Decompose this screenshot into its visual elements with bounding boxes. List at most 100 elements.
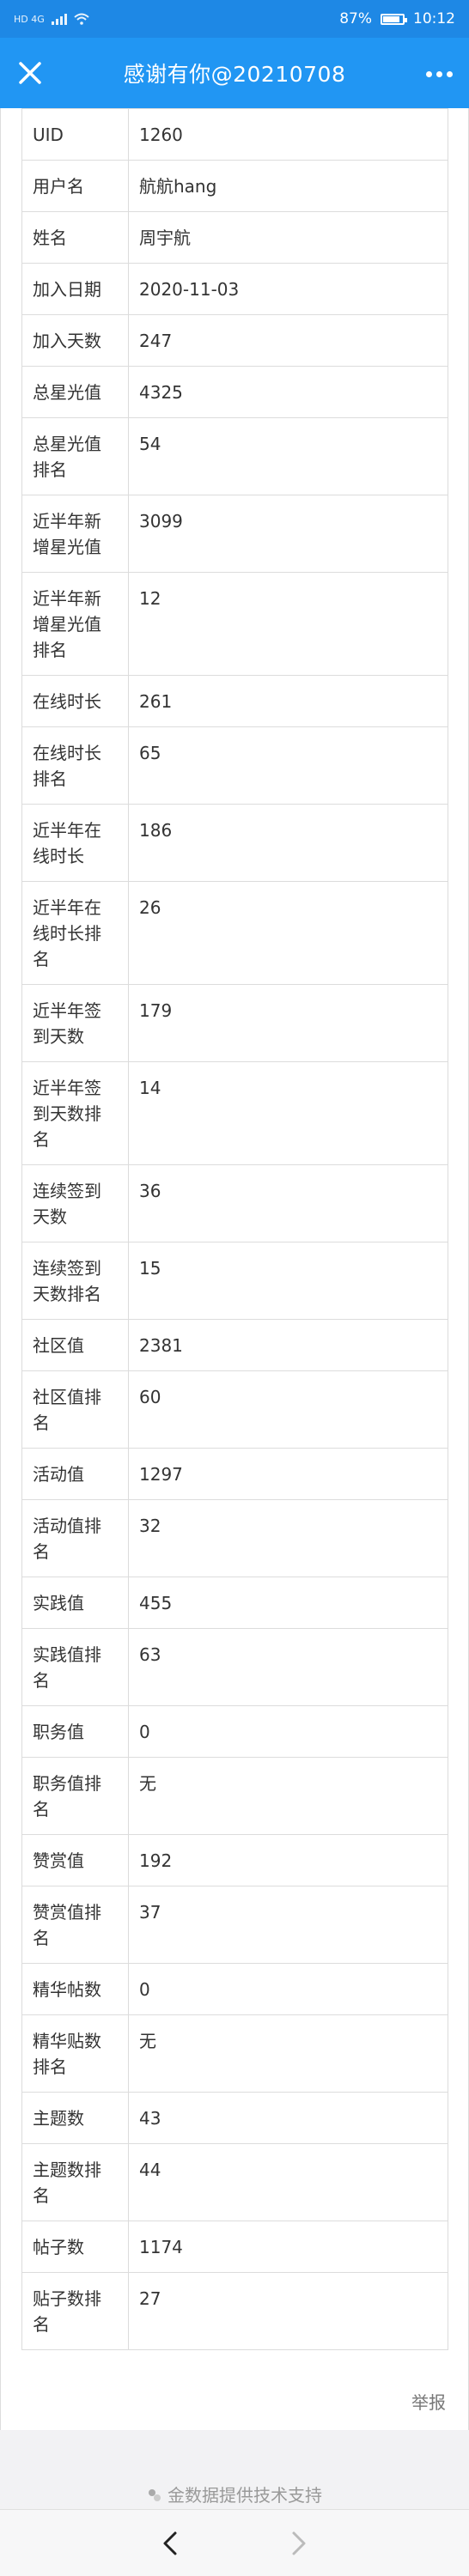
field-label: 职务值排名 (21, 1757, 129, 1835)
chevron-right-icon (292, 2531, 306, 2555)
field-label: 社区值 (21, 1319, 129, 1371)
forward-button[interactable] (282, 2526, 316, 2561)
field-label: 姓名 (21, 211, 129, 264)
field-label: 实践值排名 (21, 1628, 129, 1706)
table-row: 活动值 1297 (21, 1448, 448, 1500)
more-icon-dot (436, 70, 442, 77)
table-row: 在线时长排名 65 (21, 726, 448, 805)
more-button[interactable] (417, 57, 460, 91)
field-label: 近半年新增星光值 (21, 495, 129, 573)
field-label: 近半年签到天数 (21, 984, 129, 1062)
field-value: 37 (128, 1886, 448, 1964)
table-row: 精华贴数排名无 (21, 2014, 448, 2093)
field-value: 15 (128, 1242, 448, 1320)
more-icon-dot (446, 70, 453, 77)
close-icon (19, 62, 41, 84)
table-row: 加入日期 2020-11-03 (21, 263, 448, 315)
field-value: 4325 (128, 366, 448, 418)
table-row: 社区值 2381 (21, 1319, 448, 1371)
field-value: 455 (128, 1577, 448, 1629)
table-row: 总星光值 4325 (21, 366, 448, 418)
table-row: 连续签到天数 36 (21, 1164, 448, 1242)
table-row: 近半年新增星光值排名 12 (21, 572, 448, 676)
field-value: 2020-11-03 (128, 263, 448, 315)
status-right: 87% 10:12 (339, 10, 455, 27)
table-row: UID 1260 (21, 108, 448, 161)
field-label: 在线时长排名 (21, 726, 129, 805)
table-row: 活动值排名 32 (21, 1499, 448, 1577)
field-value: 247 (128, 314, 448, 367)
field-value: 60 (128, 1370, 448, 1449)
field-value: 27 (128, 2272, 448, 2350)
field-value: 26 (128, 881, 448, 985)
field-label: 主题数 (21, 2092, 129, 2144)
table-row: 职务值排名无 (21, 1757, 448, 1835)
table-row: 精华帖数 0 (21, 1963, 448, 2015)
field-value: 192 (128, 1834, 448, 1886)
info-table-body: UID 1260 用户名 航航hang 姓名 周宇航 加入日期 2020-11-03 加入天数 2… (21, 108, 448, 2350)
field-value: 179 (128, 984, 448, 1062)
field-label: 精华贴数排名 (21, 2014, 129, 2093)
field-value: 32 (128, 1499, 448, 1577)
field-value: 14 (128, 1061, 448, 1165)
table-row: 赞赏值排名 37 (21, 1886, 448, 1964)
signal-icon (51, 13, 67, 25)
info-table: UID 1260 用户名 航航hang 姓名 周宇航 加入日期 2020-11-03 加入天数 2… (21, 108, 448, 2350)
table-row: 社区值排名 60 (21, 1370, 448, 1449)
powered-by-text: 金数据提供技术支持 (168, 2485, 322, 2506)
field-label: 赞赏值 (21, 1834, 129, 1886)
field-label: 在线时长 (21, 675, 129, 727)
table-row: 职务值 0 (21, 1705, 448, 1758)
field-label: 加入日期 (21, 263, 129, 315)
field-label: 实践值 (21, 1577, 129, 1629)
field-label: 活动值 (21, 1448, 129, 1500)
jinshuju-logo-icon (149, 2489, 161, 2501)
field-value: 航航hang (128, 160, 448, 212)
table-row: 在线时长 261 (21, 675, 448, 727)
table-row: 近半年在线时长排名 26 (21, 881, 448, 985)
field-value: 186 (128, 804, 448, 882)
back-button[interactable] (153, 2526, 187, 2561)
chevron-left-icon (163, 2531, 177, 2555)
table-row: 连续签到天数排名 15 (21, 1242, 448, 1320)
bottom-nav-bar (0, 2509, 469, 2576)
table-row: 加入天数 247 (21, 314, 448, 367)
field-value: 54 (128, 417, 448, 495)
table-row: 近半年签到天数排名 14 (21, 1061, 448, 1165)
table-row: 用户名 航航hang (21, 160, 448, 212)
field-label: 活动值排名 (21, 1499, 129, 1577)
field-value: 1174 (128, 2221, 448, 2273)
field-value: 1297 (128, 1448, 448, 1500)
field-value: 无 (128, 1757, 448, 1835)
table-row: 实践值排名 63 (21, 1628, 448, 1706)
field-value: 1260 (128, 108, 448, 161)
page-title: 感谢有你@20210708 (123, 62, 346, 87)
field-label: 连续签到天数排名 (21, 1242, 129, 1320)
field-value: 2381 (128, 1319, 448, 1371)
report-link[interactable]: 举报 (411, 2389, 446, 2414)
field-value: 43 (128, 2092, 448, 2144)
close-button[interactable] (12, 55, 48, 91)
table-row: 主题数排名 44 (21, 2143, 448, 2221)
battery-icon (381, 13, 407, 25)
table-row: 帖子数 1174 (21, 2221, 448, 2273)
field-value: 0 (128, 1963, 448, 2015)
field-label: 精华帖数 (21, 1963, 129, 2015)
field-label: 用户名 (21, 160, 129, 212)
table-row: 近半年签到天数 179 (21, 984, 448, 1062)
field-value: 36 (128, 1164, 448, 1242)
more-icon (425, 70, 432, 77)
powered-by: 金数据提供技术支持 (0, 2482, 469, 2506)
field-label: UID (21, 108, 129, 161)
table-row: 近半年在线时长 186 (21, 804, 448, 882)
wifi-icon (74, 13, 89, 25)
header-bar: 感谢有你@20210708 (0, 38, 469, 108)
field-label: 近半年在线时长排名 (21, 881, 129, 985)
field-label: 帖子数 (21, 2221, 129, 2273)
field-label: 总星光值 (21, 366, 129, 418)
field-value: 65 (128, 726, 448, 805)
clock: 10:12 (413, 10, 455, 27)
field-value: 无 (128, 2014, 448, 2093)
field-value: 周宇航 (128, 211, 448, 264)
field-value: 0 (128, 1705, 448, 1758)
